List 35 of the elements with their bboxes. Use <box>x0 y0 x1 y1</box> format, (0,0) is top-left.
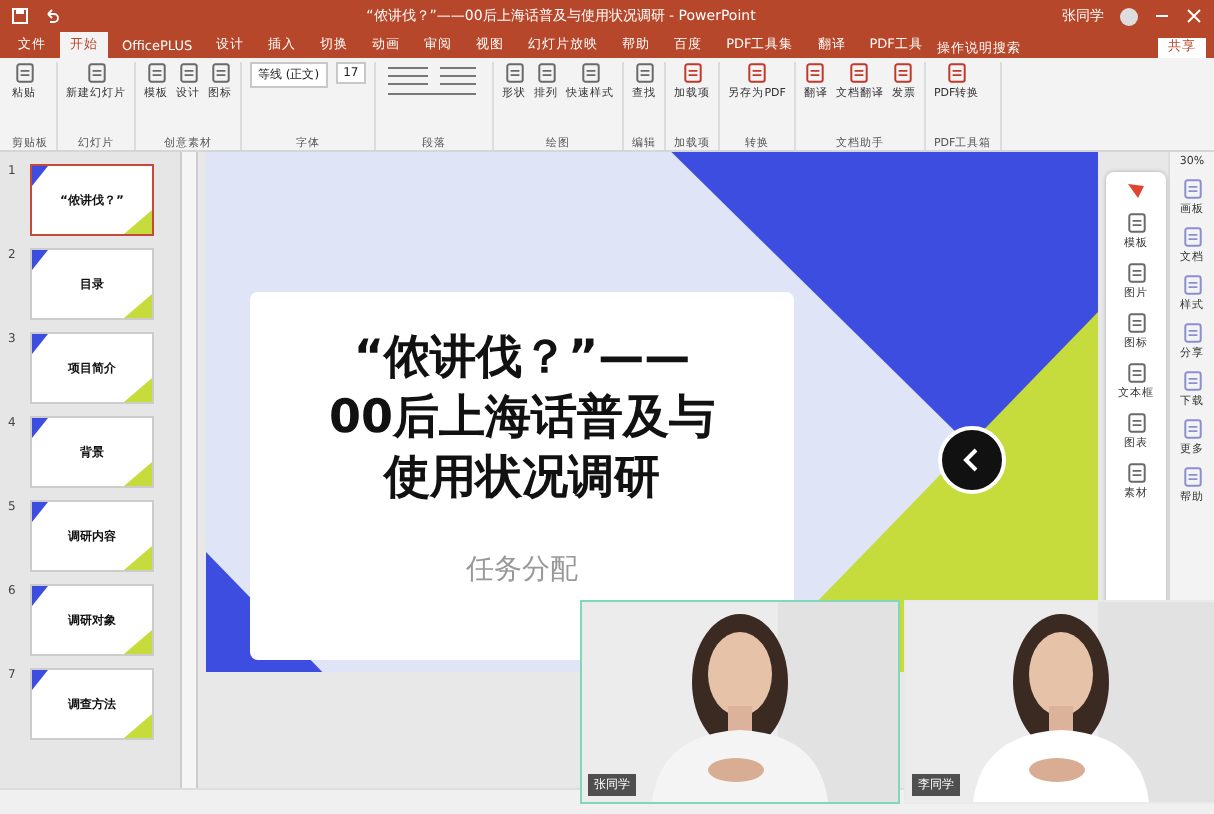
document-icon <box>145 62 167 84</box>
scrollbar[interactable] <box>182 152 198 788</box>
document-icon <box>633 62 656 84</box>
document-icon <box>848 62 871 84</box>
document-icon <box>1125 312 1147 334</box>
slide-subtitle: 任务分配 <box>466 552 578 588</box>
document-icon <box>1125 462 1147 484</box>
document-icon <box>85 62 107 84</box>
close-icon[interactable] <box>1186 8 1202 24</box>
document-icon <box>1125 262 1147 284</box>
document-icon <box>177 62 199 84</box>
document-icon <box>892 62 915 84</box>
document-icon <box>1125 412 1147 434</box>
document-icon <box>13 62 35 84</box>
document-icon <box>1125 212 1147 234</box>
save-icon[interactable] <box>12 8 28 24</box>
document-icon <box>535 62 558 84</box>
avatar-icon[interactable] <box>1120 7 1138 25</box>
undo-icon[interactable] <box>44 8 60 24</box>
document-icon <box>1181 226 1203 248</box>
document-icon <box>1125 362 1147 384</box>
document-icon <box>804 62 827 84</box>
slide-title: “侬讲伐？”—— 00后上海话普及与 使用状况调研 <box>328 330 715 508</box>
document-icon <box>1181 370 1203 392</box>
document-icon <box>1181 322 1203 344</box>
document-icon <box>1181 274 1203 296</box>
document-icon <box>1181 418 1203 440</box>
document-icon <box>503 62 526 84</box>
document-icon <box>945 62 968 84</box>
document-icon <box>681 62 704 84</box>
document-icon <box>746 62 769 84</box>
document-icon <box>579 62 602 84</box>
document-icon <box>209 62 231 84</box>
document-icon <box>1181 178 1203 200</box>
document-icon <box>1181 466 1203 488</box>
